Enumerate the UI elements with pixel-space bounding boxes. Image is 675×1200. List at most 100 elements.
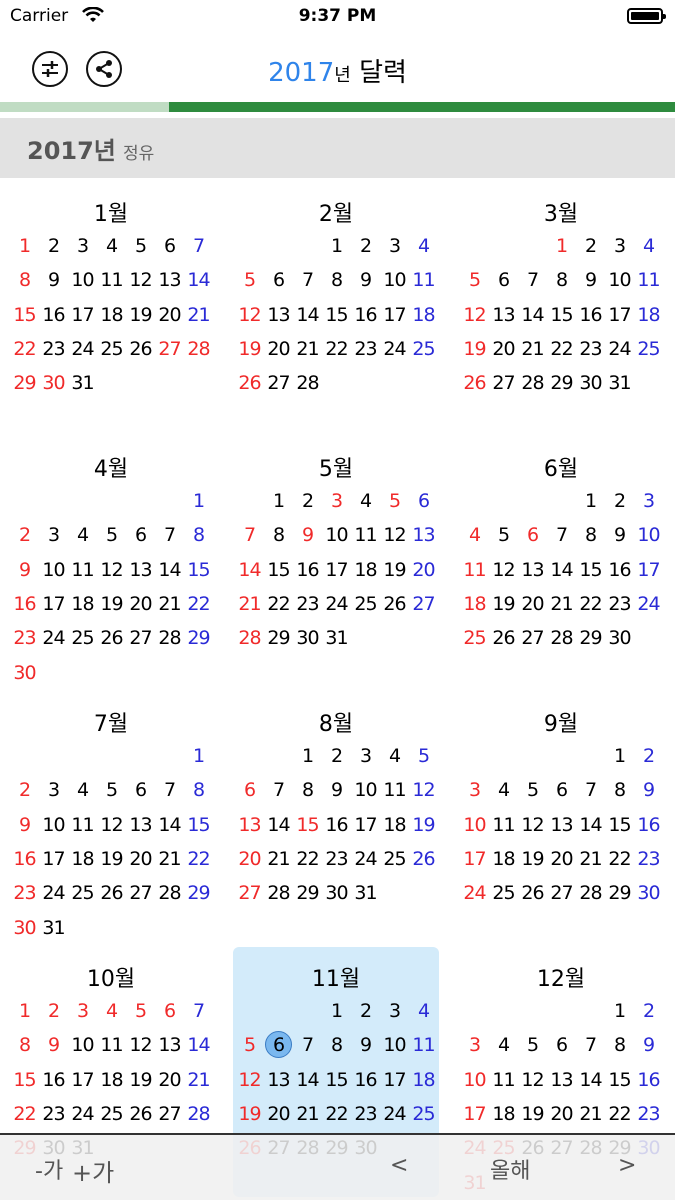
day-cell[interactable]: 3: [68, 229, 97, 263]
day-cell[interactable]: 28: [293, 366, 322, 400]
day-cell[interactable]: 22: [322, 1097, 351, 1131]
month-5[interactable]: 5월 1 2 3 4 5 6 7 8 9 10 11 12 13 14 15 16 17 18 19 20 21 22 23 2…: [233, 437, 439, 687]
day-cell[interactable]: 25: [489, 876, 518, 910]
day-cell[interactable]: 9: [10, 553, 39, 587]
day-cell[interactable]: 9: [39, 1028, 68, 1062]
day-cell[interactable]: 1: [264, 484, 293, 518]
day-cell[interactable]: 6: [235, 773, 264, 807]
day-cell[interactable]: 9: [634, 773, 663, 807]
day-cell[interactable]: 12: [380, 518, 409, 552]
day-cell[interactable]: 31: [605, 366, 634, 400]
day-cell[interactable]: 18: [97, 298, 126, 332]
day-cell[interactable]: 26: [460, 366, 489, 400]
day-cell[interactable]: 10: [68, 1028, 97, 1062]
day-cell[interactable]: 5: [126, 994, 155, 1028]
day-cell[interactable]: 14: [184, 1028, 213, 1062]
day-cell[interactable]: 20: [155, 298, 184, 332]
day-cell[interactable]: 3: [460, 773, 489, 807]
day-cell[interactable]: 19: [489, 587, 518, 621]
day-cell[interactable]: 20: [235, 842, 264, 876]
day-cell[interactable]: 6: [547, 1028, 576, 1062]
day-cell[interactable]: 16: [634, 808, 663, 842]
day-cell[interactable]: 21: [576, 1097, 605, 1131]
day-cell[interactable]: 4: [97, 994, 126, 1028]
day-cell[interactable]: 12: [235, 1063, 264, 1097]
day-cell[interactable]: 5: [489, 518, 518, 552]
day-cell[interactable]: 30: [293, 621, 322, 655]
day-cell[interactable]: 6: [126, 518, 155, 552]
day-cell[interactable]: 12: [489, 553, 518, 587]
day-cell[interactable]: 16: [10, 842, 39, 876]
day-cell[interactable]: 24: [380, 1097, 409, 1131]
day-cell[interactable]: 11: [97, 1028, 126, 1062]
day-cell[interactable]: 11: [489, 808, 518, 842]
day-cell[interactable]: 7: [235, 518, 264, 552]
day-cell[interactable]: 26: [380, 587, 409, 621]
day-cell[interactable]: 22: [576, 587, 605, 621]
day-cell[interactable]: 17: [351, 808, 380, 842]
day-cell[interactable]: 20: [547, 1097, 576, 1131]
day-cell[interactable]: 20: [126, 587, 155, 621]
day-cell[interactable]: 1: [547, 229, 576, 263]
day-cell[interactable]: 13: [409, 518, 438, 552]
day-cell[interactable]: 20: [264, 332, 293, 366]
day-cell[interactable]: 1: [293, 739, 322, 773]
day-cell[interactable]: 24: [380, 332, 409, 366]
day-cell[interactable]: 23: [10, 621, 39, 655]
day-cell[interactable]: 10: [605, 263, 634, 297]
this-year-button[interactable]: 올해: [490, 1153, 530, 1185]
day-cell[interactable]: 29: [184, 876, 213, 910]
day-cell[interactable]: 1: [605, 739, 634, 773]
day-cell[interactable]: 18: [68, 587, 97, 621]
day-cell[interactable]: 8: [547, 263, 576, 297]
day-cell[interactable]: 4: [409, 229, 438, 263]
day-cell[interactable]: 21: [155, 587, 184, 621]
day-cell[interactable]: 31: [322, 621, 351, 655]
day-cell[interactable]: 3: [605, 229, 634, 263]
day-cell[interactable]: 3: [39, 518, 68, 552]
day-cell[interactable]: 4: [380, 739, 409, 773]
day-cell[interactable]: 22: [322, 332, 351, 366]
day-cell[interactable]: 27: [126, 876, 155, 910]
day-cell[interactable]: 17: [68, 1063, 97, 1097]
day-cell[interactable]: 8: [322, 263, 351, 297]
day-cell[interactable]: 28: [155, 876, 184, 910]
day-cell[interactable]: 7: [518, 263, 547, 297]
day-cell[interactable]: 25: [68, 621, 97, 655]
day-cell[interactable]: 22: [293, 842, 322, 876]
day-cell[interactable]: 7: [576, 1028, 605, 1062]
day-cell[interactable]: 16: [293, 553, 322, 587]
day-cell[interactable]: 8: [605, 1028, 634, 1062]
day-cell[interactable]: 8: [184, 773, 213, 807]
day-cell[interactable]: 8: [605, 773, 634, 807]
day-cell[interactable]: 2: [39, 229, 68, 263]
day-cell[interactable]: 25: [460, 621, 489, 655]
day-cell[interactable]: 18: [634, 298, 663, 332]
day-cell[interactable]: 21: [184, 1063, 213, 1097]
day-cell[interactable]: 2: [634, 994, 663, 1028]
day-cell[interactable]: 27: [126, 621, 155, 655]
day-cell[interactable]: 17: [460, 1097, 489, 1131]
day-cell[interactable]: 20: [518, 587, 547, 621]
day-cell[interactable]: 3: [351, 739, 380, 773]
day-cell[interactable]: 19: [409, 808, 438, 842]
day-cell[interactable]: 15: [605, 1063, 634, 1097]
day-cell[interactable]: 13: [547, 1063, 576, 1097]
day-cell[interactable]: 19: [235, 332, 264, 366]
day-cell[interactable]: 3: [634, 484, 663, 518]
day-cell[interactable]: 5: [97, 518, 126, 552]
day-cell[interactable]: 26: [126, 332, 155, 366]
day-cell[interactable]: 23: [351, 332, 380, 366]
day-cell[interactable]: 31: [68, 366, 97, 400]
day-cell[interactable]: 21: [547, 587, 576, 621]
day-cell[interactable]: 13: [155, 1028, 184, 1062]
day-cell[interactable]: 28: [264, 876, 293, 910]
day-cell[interactable]: 29: [293, 876, 322, 910]
day-cell[interactable]: 5: [409, 739, 438, 773]
day-cell[interactable]: 2: [322, 739, 351, 773]
day-cell[interactable]: 30: [10, 911, 39, 945]
day-cell[interactable]: 16: [634, 1063, 663, 1097]
day-cell[interactable]: 23: [634, 842, 663, 876]
day-cell[interactable]: 16: [605, 553, 634, 587]
day-cell[interactable]: 12: [518, 808, 547, 842]
